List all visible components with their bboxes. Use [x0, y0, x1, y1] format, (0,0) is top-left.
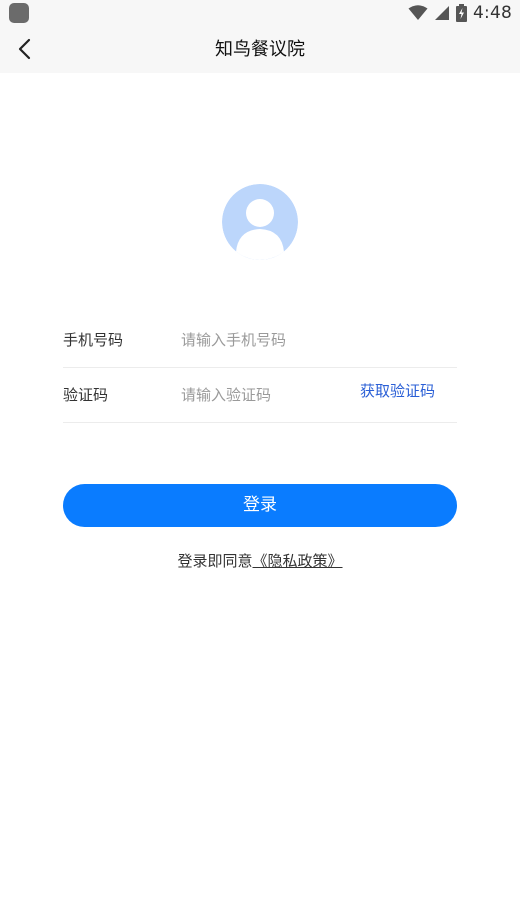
status-bar: 4:48 [0, 0, 520, 26]
login-button[interactable]: 登录 [63, 484, 457, 527]
get-code-button[interactable]: 获取验证码 [360, 368, 435, 414]
status-time: 4:48 [473, 3, 512, 23]
nav-bar: 知鸟餐议院 [0, 26, 520, 73]
agreement-text: 登录即同意《隐私政策》 [0, 550, 520, 571]
code-input[interactable] [181, 380, 351, 410]
phone-row: 手机号码 [63, 313, 457, 368]
status-icons: 4:48 [408, 2, 512, 24]
battery-charging-icon [456, 4, 468, 22]
app-notification-icon [9, 3, 29, 23]
phone-input[interactable] [181, 325, 451, 355]
user-avatar-icon [222, 184, 298, 260]
page-title: 知鸟餐议院 [215, 39, 305, 60]
code-row: 验证码 获取验证码 [63, 368, 457, 423]
privacy-policy-link[interactable]: 《隐私政策》 [253, 552, 343, 570]
cellular-signal-icon [435, 6, 450, 20]
phone-label: 手机号码 [63, 331, 124, 349]
agreement-prefix: 登录即同意 [177, 552, 253, 570]
code-label: 验证码 [63, 386, 109, 404]
wifi-icon [408, 5, 428, 20]
